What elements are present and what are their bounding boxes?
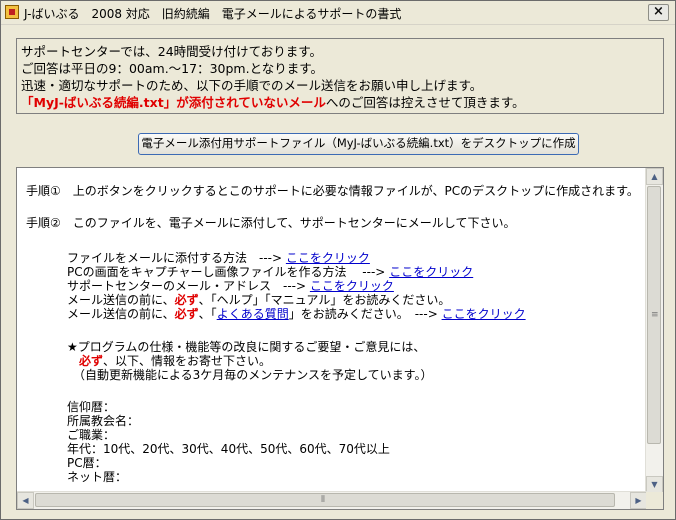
field-net: ネット暦：	[67, 470, 128, 484]
faq-pre-text: メール送信の前に、	[67, 307, 175, 321]
faq-link[interactable]: ここをクリック	[442, 307, 526, 321]
faq-must-text: 必ず	[174, 307, 199, 321]
faq-mid2-text: 」をお読みください。 --->	[288, 307, 438, 321]
grip-icon: ⦀	[321, 495, 325, 505]
faq-mid1-text: 、「	[198, 307, 217, 321]
scroll-down-icon[interactable]: ▼	[646, 476, 663, 493]
title-bar: J-ばいぶる 2008 対応 旧約続編 電子メールによるサポートの書式 ×	[1, 1, 675, 25]
scroll-corner	[646, 492, 663, 509]
step1-text: 手順① 上のボタンをクリックするとこのサポートに必要な情報ファイルが、PCのデス…	[26, 184, 639, 198]
warning-rest-text: へのご回答は控えさせて頂きます。	[325, 95, 525, 110]
warning-red-text: 「MyJ-ばいぶる続編.txt」が添付されていないメール	[21, 95, 326, 110]
scroll-up-icon[interactable]: ▲	[646, 168, 663, 185]
horizontal-scrollbar[interactable]: ◀ ⦀ ▶	[17, 491, 647, 509]
app-icon	[5, 5, 19, 19]
step2-text: 手順② このファイルを、電子メールに添付して、サポートセンターにメールして下さい…	[26, 216, 516, 230]
vertical-scrollbar[interactable]: ▲ ≡ ▼	[645, 168, 663, 493]
capture-link[interactable]: ここをクリック	[389, 265, 473, 279]
vertical-scroll-thumb[interactable]: ≡	[647, 186, 661, 444]
field-age: 年代：10代、20代、30代、40代、50代、60代、70代以上	[67, 442, 390, 456]
scroll-left-icon[interactable]: ◀	[17, 492, 34, 509]
faq-row: メール送信の前に、必ず、「よくある質問」をお読みください。 ---> ここをクリ…	[67, 305, 526, 322]
support-window: J-ばいぶる 2008 対応 旧約続編 電子メールによるサポートの書式 × サポ…	[0, 0, 676, 520]
grip-icon: ≡	[651, 310, 659, 320]
window-title: J-ばいぶる 2008 対応 旧約続編 電子メールによるサポートの書式	[24, 7, 402, 21]
horizontal-scroll-thumb[interactable]: ⦀	[35, 493, 615, 507]
info-panel: サポートセンターでは、24時間受け付けております。 ご回答は平日の9：00am.…	[16, 38, 664, 114]
scroll-right-icon[interactable]: ▶	[630, 492, 647, 509]
info-line-warning: 「MyJ-ばいぶる続編.txt」が添付されていないメールへのご回答は控えさせて頂…	[21, 92, 525, 111]
faq-inline-link[interactable]: よくある質問	[217, 307, 289, 321]
create-support-file-button[interactable]: 電子メール添付用サポートファイル（MyJ-ばいぶる続編.txt）をデスクトップに…	[138, 133, 579, 155]
close-button[interactable]: ×	[648, 4, 669, 21]
request-note: （自動更新機能による3ケ月毎のメンテナンスを予定しています。）	[73, 368, 433, 382]
instructions-panel: 手順① 上のボタンをクリックするとこのサポートに必要な情報ファイルが、PCのデス…	[16, 167, 664, 510]
